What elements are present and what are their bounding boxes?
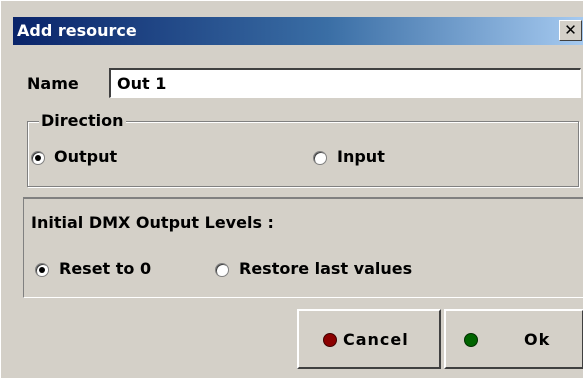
- radio-selected-dot: [39, 267, 45, 273]
- name-label: Name: [27, 74, 79, 93]
- close-icon: ✕: [564, 21, 577, 39]
- name-input[interactable]: [109, 68, 581, 98]
- radio-restore-label[interactable]: Restore last values: [239, 259, 412, 278]
- radio-reset-label[interactable]: Reset to 0: [59, 259, 151, 278]
- radio-input-button[interactable]: [313, 151, 327, 165]
- radio-output-label[interactable]: Output: [54, 147, 117, 166]
- title-bar[interactable]: Add resource ✕: [13, 17, 583, 45]
- radio-reset-button[interactable]: [35, 263, 49, 277]
- close-button[interactable]: ✕: [559, 20, 582, 41]
- cancel-button-label: Cancel: [343, 330, 409, 349]
- direction-legend: Direction: [39, 111, 126, 130]
- ok-button-label: Ok: [524, 330, 551, 349]
- ok-button[interactable]: Ok: [444, 309, 583, 369]
- add-resource-dialog: Add resource ✕ Name Direction Output Inp…: [0, 0, 583, 378]
- radio-restore-button[interactable]: [215, 263, 229, 277]
- radio-output-button[interactable]: [31, 151, 45, 165]
- cancel-button[interactable]: Cancel: [297, 309, 441, 369]
- initial-levels-heading: Initial DMX Output Levels :: [31, 213, 274, 232]
- radio-selected-dot: [35, 155, 41, 161]
- red-led-icon: [323, 333, 337, 347]
- green-led-icon: [464, 333, 478, 347]
- radio-input-label[interactable]: Input: [337, 147, 385, 166]
- dialog-title: Add resource: [17, 21, 137, 40]
